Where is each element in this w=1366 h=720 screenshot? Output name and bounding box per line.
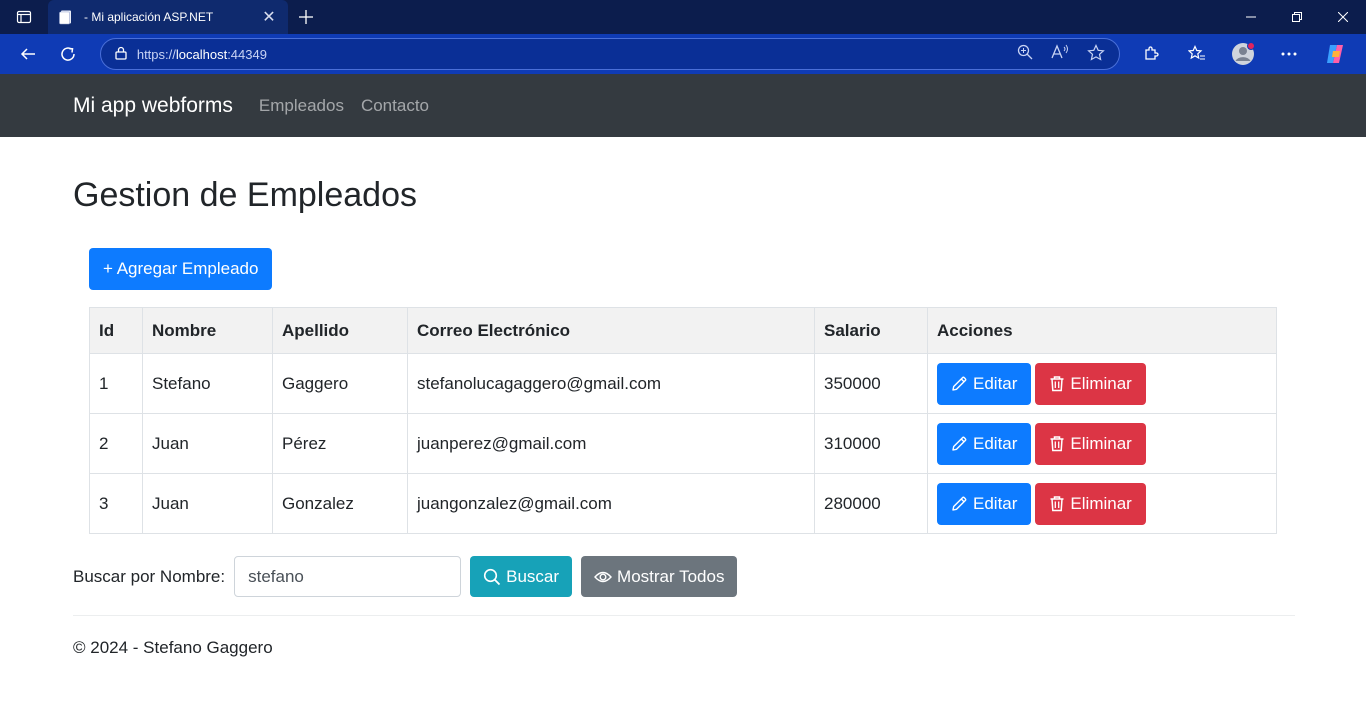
cell-acciones: Editar Eliminar	[927, 413, 1277, 474]
refresh-icon[interactable]	[48, 38, 88, 70]
lock-icon[interactable]	[115, 46, 127, 63]
close-tab-icon[interactable]: ✕	[260, 7, 278, 27]
header-id: Id	[89, 307, 143, 354]
table-row: 2 Juan Pérez juanperez@gmail.com 310000 Edita…	[89, 413, 1277, 474]
footer: © 2024 - Stefano Gaggero	[73, 638, 273, 657]
cell-id: 3	[89, 473, 143, 534]
edit-button-label: Editar	[973, 373, 1018, 393]
add-employee-button[interactable]: + Agregar Empleado	[89, 248, 273, 290]
delete-button[interactable]: Eliminar	[1035, 422, 1146, 465]
show-all-button[interactable]: Mostrar Todos	[581, 556, 738, 597]
url-text: https://localhost:44349	[136, 46, 267, 62]
browser-tab[interactable]: - Mi aplicación ASP.NET ✕	[48, 0, 288, 34]
header-nombre: Nombre	[142, 307, 273, 354]
read-aloud-icon[interactable]	[1051, 43, 1069, 65]
cell-salario: 280000	[814, 473, 928, 534]
table-header-row: Id Nombre Apellido Correo Electrónico Sa…	[89, 307, 1277, 354]
cell-salario: 350000	[814, 353, 928, 414]
back-icon[interactable]	[8, 38, 48, 70]
header-correo: Correo Electrónico	[407, 307, 815, 354]
trash-icon	[1050, 436, 1064, 452]
cell-correo: juangonzalez@gmail.com	[407, 473, 815, 534]
cell-correo: juanperez@gmail.com	[407, 413, 815, 474]
cell-correo: stefanolucagaggero@gmail.com	[407, 353, 815, 414]
extensions-icon[interactable]	[1128, 38, 1174, 70]
pencil-icon	[952, 496, 967, 511]
tab-actions-icon[interactable]	[0, 0, 48, 34]
edit-button-label: Editar	[973, 433, 1018, 453]
browser-titlebar: - Mi aplicación ASP.NET ✕	[0, 0, 1366, 34]
trash-icon	[1050, 376, 1064, 392]
cell-salario: 310000	[814, 413, 928, 474]
trash-icon	[1050, 496, 1064, 512]
employees-table: Id Nombre Apellido Correo Electrónico Sa…	[89, 307, 1277, 534]
edit-button[interactable]: Editar	[937, 362, 1032, 405]
search-label: Buscar por Nombre:	[73, 566, 226, 586]
restore-icon[interactable]	[1274, 0, 1320, 34]
browser-toolbar: https://localhost:44349	[0, 34, 1366, 74]
search-input[interactable]	[234, 556, 462, 597]
cell-apellido: Gaggero	[272, 353, 408, 414]
tab-title: - Mi aplicación ASP.NET	[84, 10, 214, 24]
favorites-icon[interactable]	[1174, 38, 1220, 70]
delete-button-label: Eliminar	[1070, 373, 1132, 393]
page-title: Gestion de Empleados	[73, 176, 417, 214]
search-icon	[484, 568, 501, 585]
cell-apellido: Gonzalez	[272, 473, 408, 534]
cell-nombre: Juan	[142, 473, 273, 534]
cell-id: 1	[89, 353, 143, 414]
cell-apellido: Pérez	[272, 413, 408, 474]
address-bar[interactable]: https://localhost:44349	[99, 38, 1120, 70]
eye-icon	[594, 571, 612, 582]
site-navbar: Mi app webforms Empleados Contacto	[0, 74, 1366, 137]
search-bar: Buscar por Nombre: Buscar Mostrar Todos	[73, 556, 1293, 597]
table-row: 1 Stefano Gaggero stefanolucagaggero@gmail.…	[89, 353, 1277, 414]
pencil-icon	[952, 436, 967, 451]
favorite-star-icon[interactable]	[1087, 43, 1105, 65]
delete-button-label: Eliminar	[1070, 493, 1132, 513]
delete-button[interactable]: Eliminar	[1035, 362, 1146, 405]
footer-divider	[73, 615, 1295, 616]
edit-button[interactable]: Editar	[937, 482, 1032, 525]
edit-button[interactable]: Editar	[937, 422, 1032, 465]
nav-link-empleados[interactable]: Empleados	[259, 96, 344, 116]
cell-acciones: Editar Eliminar	[927, 473, 1277, 534]
copilot-icon[interactable]	[1312, 38, 1358, 70]
search-button-label: Buscar	[506, 566, 560, 586]
cell-id: 2	[89, 413, 143, 474]
close-window-icon[interactable]	[1320, 0, 1366, 34]
cell-nombre: Stefano	[142, 353, 273, 414]
header-acciones: Acciones	[927, 307, 1277, 354]
new-tab-icon[interactable]	[288, 0, 324, 34]
header-salario: Salario	[814, 307, 928, 354]
show-all-button-label: Mostrar Todos	[617, 566, 725, 586]
profile-avatar-icon[interactable]	[1220, 38, 1266, 70]
page-favicon-icon	[58, 9, 74, 25]
main-content: Gestion de Empleados + Agregar Empleado …	[0, 175, 1366, 658]
cell-nombre: Juan	[142, 413, 273, 474]
delete-button[interactable]: Eliminar	[1035, 482, 1146, 525]
zoom-icon[interactable]	[1017, 44, 1033, 65]
cell-acciones: Editar Eliminar	[927, 353, 1277, 414]
search-button[interactable]: Buscar	[470, 556, 573, 597]
table-row: 3 Juan Gonzalez juangonzalez@gmail.com 28000…	[89, 473, 1277, 534]
site-brand[interactable]: Mi app webforms	[73, 94, 233, 118]
minimize-icon[interactable]	[1228, 0, 1274, 34]
delete-button-label: Eliminar	[1070, 433, 1132, 453]
pencil-icon	[952, 376, 967, 391]
edit-button-label: Editar	[973, 493, 1018, 513]
more-menu-icon[interactable]	[1266, 38, 1312, 70]
header-apellido: Apellido	[272, 307, 408, 354]
nav-link-contacto[interactable]: Contacto	[361, 96, 429, 116]
